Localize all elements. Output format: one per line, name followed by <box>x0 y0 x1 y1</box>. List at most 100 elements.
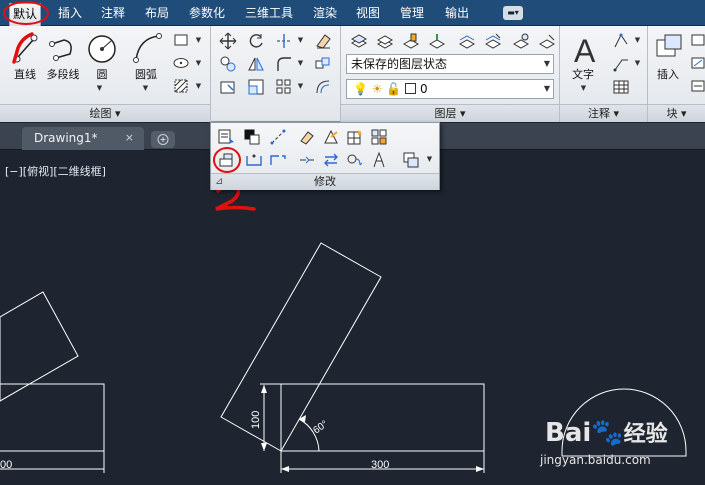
layers-panel-title[interactable]: 图层 ▾ <box>341 104 559 122</box>
document-tab[interactable]: Drawing1* × <box>22 127 144 150</box>
explode-button[interactable] <box>311 53 333 73</box>
scale-button[interactable] <box>244 76 266 96</box>
layer-lock-button[interactable] <box>535 30 557 50</box>
leader-dropdown-icon[interactable]: ▼ <box>633 53 642 73</box>
trim-dropdown-icon[interactable]: ▼ <box>296 30 305 50</box>
break-button[interactable] <box>266 149 288 169</box>
layer-state-button[interactable] <box>399 30 421 50</box>
insert-block-button[interactable]: 插入 <box>648 28 688 102</box>
erase-button[interactable] <box>311 30 333 50</box>
erase-tool-button[interactable] <box>295 126 317 146</box>
fillet-button[interactable] <box>272 53 294 73</box>
draworder-dropdown-icon[interactable]: ▼ <box>425 149 434 169</box>
create-block-button[interactable] <box>688 30 705 50</box>
tab-manage[interactable]: 管理 <box>400 5 424 21</box>
offset-button[interactable] <box>311 76 333 96</box>
tab-parametric[interactable]: 参数化 <box>189 5 225 21</box>
rotate-button[interactable] <box>244 30 266 50</box>
arc-icon <box>133 33 162 63</box>
scale-icon <box>248 79 264 95</box>
layer-freeze-button[interactable] <box>481 30 503 50</box>
layer-properties-button[interactable] <box>347 30 369 50</box>
layer-match-button[interactable] <box>373 30 395 50</box>
text-dropdown-icon[interactable]: ▼ <box>579 78 588 98</box>
tab-view[interactable]: 视图 <box>356 5 380 21</box>
circle-icon <box>88 35 116 63</box>
chevron-down-icon: ▼ <box>543 84 550 93</box>
chamfer-button[interactable] <box>367 149 389 169</box>
edit-array-button[interactable] <box>343 126 365 146</box>
tab-annotate[interactable]: 注释 <box>101 5 125 21</box>
hatch-button[interactable] <box>170 76 192 96</box>
table-button[interactable] <box>609 76 631 96</box>
break-at-point-button[interactable] <box>242 149 264 169</box>
fillet-icon <box>277 57 291 71</box>
new-tab-button[interactable] <box>151 131 175 148</box>
draw-panel-title[interactable]: 绘图 ▾ <box>0 104 210 122</box>
list-edit-icon <box>218 129 234 144</box>
array-button[interactable] <box>272 76 294 96</box>
join-button[interactable] <box>295 149 317 169</box>
tab-render[interactable]: 渲染 <box>313 5 337 21</box>
mirror-button[interactable] <box>244 53 266 73</box>
leader-button[interactable] <box>609 53 631 73</box>
ribbon-minimize-icon[interactable]: ▬▾ <box>503 6 523 20</box>
chevron-down-icon: ▼ <box>543 59 550 68</box>
lengthen-button[interactable] <box>266 126 288 146</box>
bring-to-front-button[interactable] <box>399 149 421 169</box>
dimension-button[interactable] <box>609 30 631 50</box>
highlight-tab-circle <box>3 1 49 25</box>
layer-unisolate-icon <box>458 35 476 49</box>
hatch-dropdown-icon[interactable]: ▼ <box>194 76 203 96</box>
block-panel-title[interactable]: 块 ▾ <box>648 104 705 122</box>
layer-color-swatch <box>405 83 417 94</box>
edit-block-button[interactable] <box>688 53 705 73</box>
modify-panel-title[interactable]: ⊿ 修改 <box>211 173 439 190</box>
fillet-dropdown-icon[interactable]: ▼ <box>296 53 305 73</box>
arc-dropdown-icon[interactable]: ▼ <box>141 78 150 98</box>
circle-dropdown-icon[interactable]: ▼ <box>95 78 104 98</box>
layer-off-icon <box>512 33 530 49</box>
dimension-dropdown-icon[interactable]: ▼ <box>633 30 642 50</box>
ellipse-button[interactable] <box>170 53 192 73</box>
close-icon[interactable]: × <box>125 127 134 149</box>
lightbulb-icon: 💡 <box>353 82 368 96</box>
layer-off-button[interactable] <box>509 30 531 50</box>
layer-state-select[interactable]: 未保存的图层状态 ▼ <box>346 54 554 74</box>
edit-hatch-button[interactable] <box>319 126 341 146</box>
pin-icon[interactable]: ⊿ <box>215 174 223 190</box>
trim-button[interactable] <box>272 30 294 50</box>
layer-state-value: 未保存的图层状态 <box>351 57 448 71</box>
insert-label: 插入 <box>657 68 679 81</box>
layer-iso-button[interactable] <box>425 30 447 50</box>
ellipse-dropdown-icon[interactable]: ▼ <box>194 53 203 73</box>
tab-insert[interactable]: 插入 <box>58 5 82 21</box>
copy-button[interactable] <box>216 53 238 73</box>
rectangle-button[interactable] <box>170 30 192 50</box>
edit-attributes-button[interactable] <box>688 76 705 96</box>
layer-brush-icon <box>402 33 420 49</box>
draworder-button[interactable] <box>240 126 262 146</box>
drawing-viewport[interactable]: [−][俯视][二维线框] 00 100 300 60° Bai🐾经验 jing… <box>0 151 705 485</box>
array-dropdown-icon[interactable]: ▼ <box>296 76 305 96</box>
polyline-button[interactable]: 多段线 <box>41 28 85 102</box>
rectangle-dropdown-icon[interactable]: ▼ <box>194 30 203 50</box>
stretch-button[interactable] <box>216 76 238 96</box>
polyline-icon <box>49 39 72 61</box>
tab-3d-tools[interactable]: 三维工具 <box>245 5 293 21</box>
watermark-brand-cn: 经验 <box>623 422 668 447</box>
move-button[interactable] <box>216 30 238 50</box>
base-rectangle-left <box>0 383 105 452</box>
current-layer-select[interactable]: 💡 ☀ 🔓 0 ▼ <box>346 79 554 99</box>
document-title: Drawing1* <box>34 131 98 145</box>
tab-layout[interactable]: 布局 <box>145 5 169 21</box>
annotation-panel-title[interactable]: 注释 ▾ <box>560 104 647 122</box>
reverse-button[interactable] <box>319 149 341 169</box>
tab-output[interactable]: 输出 <box>445 5 469 21</box>
copy-clip-button[interactable] <box>214 126 236 146</box>
layer-unisolate-button[interactable] <box>455 30 477 50</box>
array-grid-button[interactable] <box>367 126 389 146</box>
array-icon <box>276 79 291 94</box>
blend-curves-button[interactable] <box>343 149 365 169</box>
blend-icon <box>347 154 363 166</box>
